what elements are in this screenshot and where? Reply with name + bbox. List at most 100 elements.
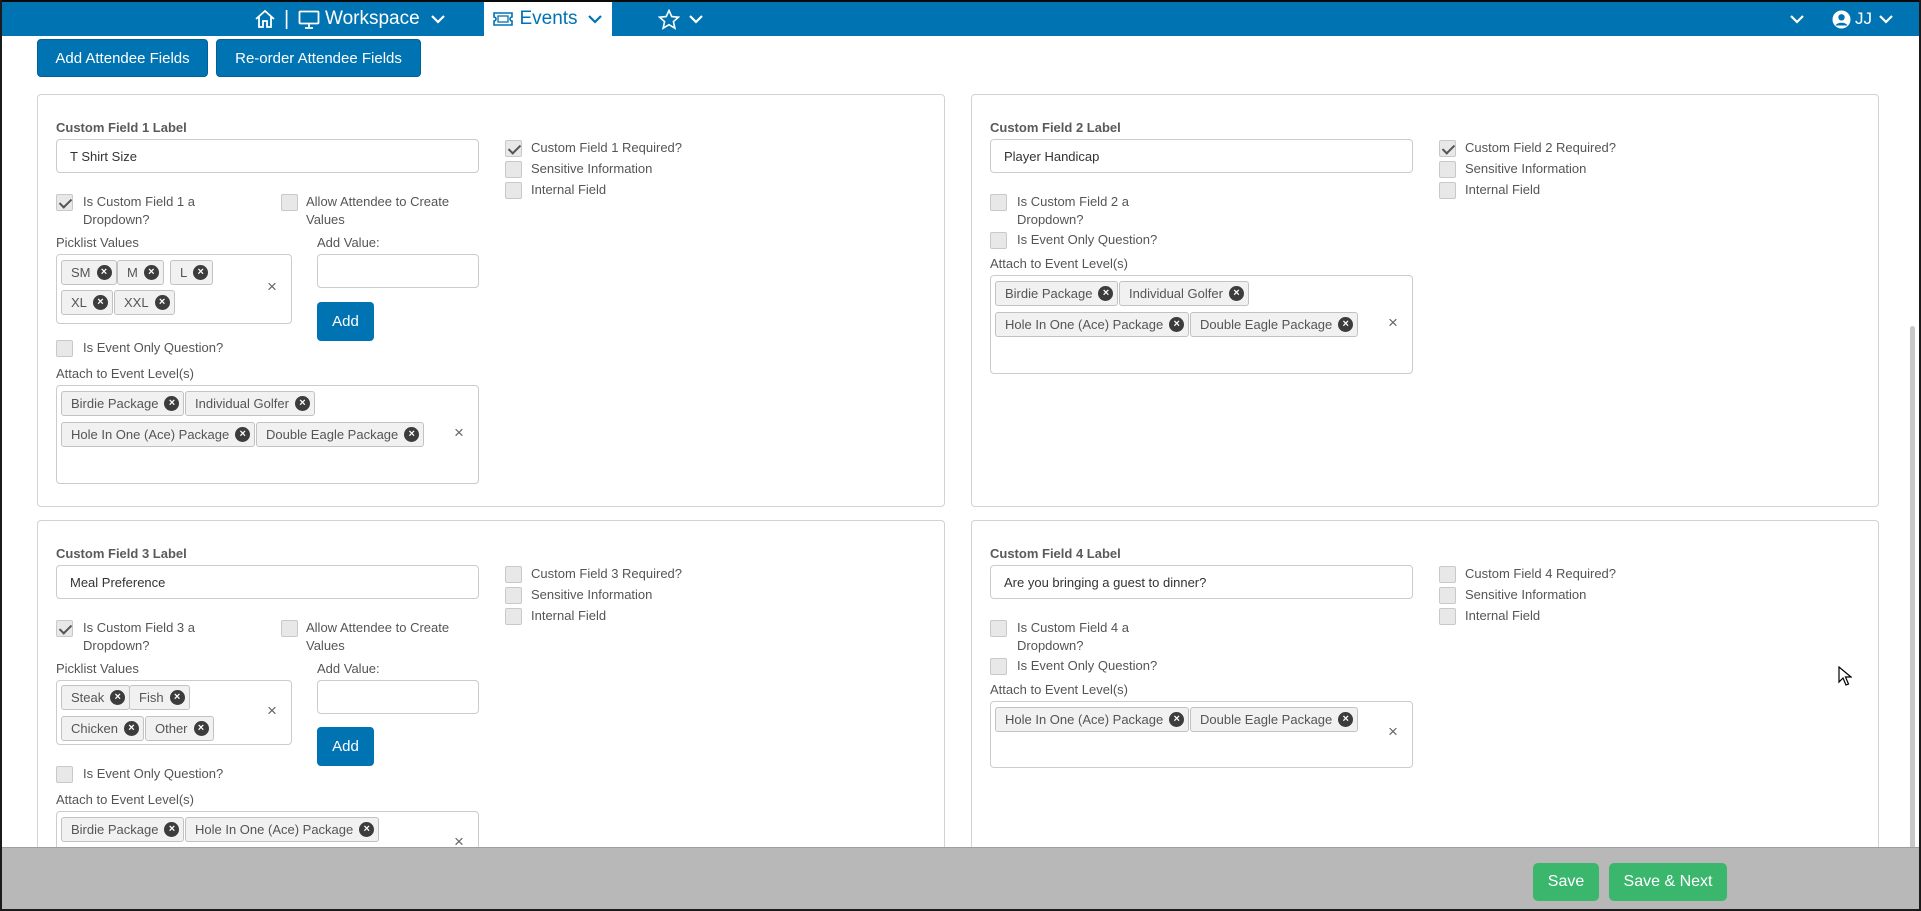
field-2-event-only-label: Is Event Only Question?	[1017, 232, 1158, 247]
field-3-allow-create-checkbox[interactable]	[281, 620, 298, 637]
clear-all-icon[interactable]: ×	[1388, 722, 1398, 742]
level-tag: Double Eagle Package ×	[1190, 707, 1359, 732]
field-3-label-input[interactable]: Meal Preference	[56, 565, 479, 599]
field-4-label-heading: Custom Field 4 Label	[990, 546, 1121, 561]
field-1-internal-checkbox[interactable]	[505, 182, 522, 199]
clear-all-icon[interactable]: ×	[454, 423, 464, 443]
field-3-picklist-box[interactable]: Steak × Fish × Chicken × Other × ×	[56, 680, 292, 745]
field-4-levels-box[interactable]: Hole In One (Ace) Package × Double Eagle …	[990, 701, 1413, 768]
field-3-event-only-checkbox[interactable]	[56, 766, 73, 783]
field-2-dropdown-checkbox[interactable]	[990, 194, 1007, 211]
field-1-add-button[interactable]: Add	[317, 302, 374, 341]
level-tag: Birdie Package ×	[995, 281, 1119, 306]
remove-tag-icon[interactable]: ×	[294, 396, 310, 411]
field-3-internal-checkbox[interactable]	[505, 608, 522, 625]
nav-user-menu[interactable]: JJ	[1832, 2, 1894, 36]
field-3-dropdown-checkbox[interactable]	[56, 620, 73, 637]
remove-tag-icon[interactable]: ×	[143, 265, 159, 280]
field-1-event-only-checkbox[interactable]	[56, 340, 73, 357]
field-1-levels-box[interactable]: Birdie Package × Individual Golfer × Hole …	[56, 385, 479, 484]
field-3-required-checkbox[interactable]	[505, 566, 522, 583]
nav-workspace[interactable]: Workspace	[298, 2, 446, 36]
clear-all-icon[interactable]: ×	[1388, 313, 1398, 333]
chevron-down-icon	[689, 15, 703, 24]
remove-tag-icon[interactable]: ×	[1228, 286, 1244, 301]
field-3-sensitive-checkbox[interactable]	[505, 587, 522, 604]
monitor-icon	[298, 10, 320, 29]
clear-all-icon[interactable]: ×	[267, 701, 277, 721]
chevron-down-icon	[1790, 15, 1804, 24]
field-4-internal-checkbox[interactable]	[1439, 608, 1456, 625]
remove-tag-icon[interactable]: ×	[235, 427, 251, 442]
field-2-levels-box[interactable]: Birdie Package × Individual Golfer × Hole …	[990, 275, 1413, 374]
nav-events[interactable]: Events	[484, 2, 612, 36]
field-3-add-value-input[interactable]	[317, 680, 479, 714]
field-2-internal-checkbox[interactable]	[1439, 182, 1456, 199]
remove-tag-icon[interactable]: ×	[1169, 317, 1185, 332]
field-1-add-value-label: Add Value:	[317, 235, 380, 250]
clear-all-icon[interactable]: ×	[267, 277, 277, 297]
remove-tag-icon[interactable]: ×	[404, 427, 420, 442]
remove-tag-icon[interactable]: ×	[193, 265, 209, 280]
remove-tag-icon[interactable]: ×	[110, 690, 126, 705]
picklist-tag: SM ×	[61, 260, 117, 285]
save-button[interactable]: Save	[1533, 863, 1599, 901]
remove-tag-icon[interactable]: ×	[123, 721, 139, 736]
field-4-dropdown-checkbox[interactable]	[990, 620, 1007, 637]
field-4-sensitive-checkbox[interactable]	[1439, 587, 1456, 604]
add-attendee-fields-button[interactable]: Add Attendee Fields	[37, 39, 208, 77]
nav-favorites[interactable]	[658, 2, 704, 36]
custom-field-1-panel: Custom Field 1 Label T Shirt Size Is Cus…	[37, 94, 945, 507]
level-tag: Birdie Package ×	[61, 817, 185, 842]
remove-tag-icon[interactable]: ×	[1338, 712, 1354, 727]
field-1-dropdown-checkbox[interactable]	[56, 194, 73, 211]
field-2-required-checkbox[interactable]	[1439, 140, 1456, 157]
field-3-label-heading: Custom Field 3 Label	[56, 546, 187, 561]
field-2-label-input[interactable]: Player Handicap	[990, 139, 1413, 173]
remove-tag-icon[interactable]: ×	[1338, 317, 1354, 332]
scrollbar-thumb[interactable]	[1910, 326, 1915, 847]
clear-all-icon[interactable]: ×	[454, 832, 464, 847]
remove-tag-icon[interactable]: ×	[169, 690, 185, 705]
field-4-label-input[interactable]: Are you bringing a guest to dinner?	[990, 565, 1413, 599]
app-window: | Workspace Events JJ Add Attendee Field…	[0, 0, 1921, 911]
remove-tag-icon[interactable]: ×	[164, 822, 180, 837]
field-1-picklist-box[interactable]: SM × M × L × XL × XXL × ×	[56, 254, 292, 324]
field-4-event-only-label: Is Event Only Question?	[1017, 658, 1158, 673]
remove-tag-icon[interactable]: ×	[1098, 286, 1114, 301]
field-2-sensitive-checkbox[interactable]	[1439, 161, 1456, 178]
field-3-dropdown-label: Is Custom Field 3 a Dropdown?	[83, 620, 195, 653]
field-3-levels-box[interactable]: Birdie Package × Hole In One (Ace) Packag…	[56, 811, 479, 847]
nav-more-dropdown[interactable]	[1789, 2, 1805, 36]
picklist-tag: XXL ×	[114, 290, 175, 315]
field-2-event-only-checkbox[interactable]	[990, 232, 1007, 249]
field-1-label-input[interactable]: T Shirt Size	[56, 139, 479, 173]
nav-workspace-label: Workspace	[325, 8, 420, 29]
remove-tag-icon[interactable]: ×	[359, 822, 375, 837]
field-4-event-only-checkbox[interactable]	[990, 658, 1007, 675]
remove-tag-icon[interactable]: ×	[164, 396, 180, 411]
field-1-add-value-input[interactable]	[317, 254, 479, 288]
field-4-required-label: Custom Field 4 Required?	[1465, 566, 1617, 581]
picklist-tag: XL ×	[61, 290, 113, 315]
field-1-allow-create-checkbox[interactable]	[281, 194, 298, 211]
field-1-dropdown-label: Is Custom Field 1 a Dropdown?	[83, 194, 195, 227]
remove-tag-icon[interactable]: ×	[193, 721, 209, 736]
remove-tag-icon[interactable]: ×	[1169, 712, 1185, 727]
field-1-sensitive-checkbox[interactable]	[505, 161, 522, 178]
custom-field-3-panel: Custom Field 3 Label Meal Preference Is …	[37, 520, 945, 847]
field-2-internal-label: Internal Field	[1465, 182, 1541, 197]
remove-tag-icon[interactable]: ×	[154, 295, 170, 310]
save-next-button[interactable]: Save & Next	[1609, 863, 1727, 901]
main-content: Add Attendee Fields Re-order Attendee Fi…	[2, 36, 1919, 847]
user-initials: JJ	[1855, 9, 1872, 28]
remove-tag-icon[interactable]: ×	[96, 265, 112, 280]
remove-tag-icon[interactable]: ×	[92, 295, 108, 310]
picklist-tag: Steak ×	[61, 685, 131, 710]
field-3-add-button[interactable]: Add	[317, 727, 374, 766]
field-1-event-only-label: Is Event Only Question?	[83, 340, 224, 355]
reorder-attendee-fields-button[interactable]: Re-order Attendee Fields	[216, 39, 421, 77]
field-1-required-checkbox[interactable]	[505, 140, 522, 157]
home-icon[interactable]	[254, 2, 276, 36]
field-4-required-checkbox[interactable]	[1439, 566, 1456, 583]
